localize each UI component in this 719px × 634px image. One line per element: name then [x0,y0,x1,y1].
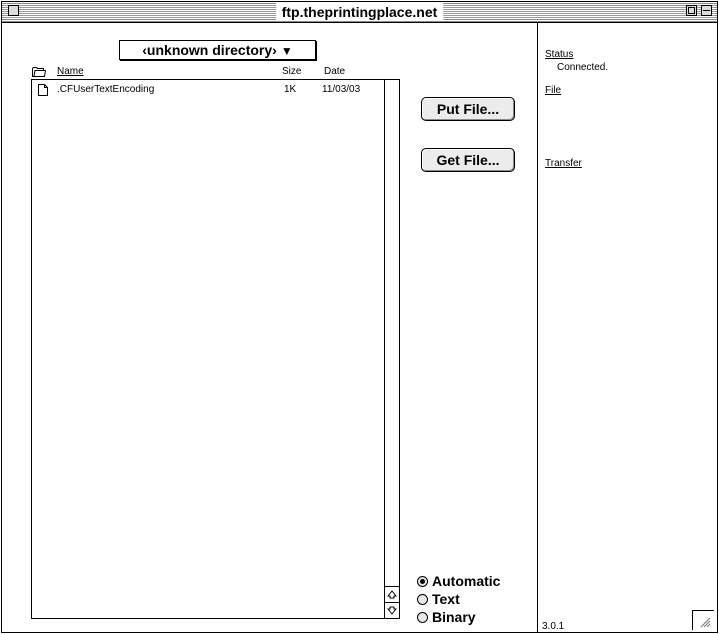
get-file-button[interactable]: Get File... [421,148,515,172]
window-title: ftp.theprintingplace.net [275,3,444,21]
transfer-label: Transfer [545,158,582,169]
status-value: Connected. [557,62,609,73]
radio-automatic[interactable]: Automatic [417,572,500,590]
column-header-size[interactable]: Size [282,66,301,78]
file-list[interactable]: .CFUserTextEncoding 1K 11/03/03 [31,79,400,619]
radio-unselected-icon [417,612,428,623]
radio-selected-icon [417,576,428,587]
collapse-box-icon[interactable] [701,5,712,16]
status-label: Status [545,49,574,60]
put-file-button[interactable]: Put File... [421,97,515,121]
close-box-icon[interactable] [8,5,19,16]
file-date: 11/03/03 [322,84,361,95]
version-label: 3.0.1 [542,621,565,632]
scroll-down-arrow-icon [387,606,397,615]
radio-text-label: Text [432,591,460,607]
panel-divider [537,23,538,633]
resize-grip-icon[interactable] [692,610,714,630]
column-headers: Name Size Date [32,66,387,78]
radio-unselected-icon [417,594,428,605]
directory-popup-label: ‹unknown directory› [142,42,277,58]
directory-popup[interactable]: ‹unknown directory› ▼ [119,40,316,60]
radio-binary[interactable]: Binary [417,608,476,626]
document-icon [38,84,48,96]
file-size: 1K [284,84,297,95]
column-header-name[interactable]: Name [57,66,84,78]
file-label: File [545,85,562,96]
title-bar[interactable]: ftp.theprintingplace.net [2,2,717,23]
list-item[interactable]: .CFUserTextEncoding 1K 11/03/03 [32,83,384,97]
zoom-box-icon[interactable] [686,5,697,16]
resize-lines-icon [700,617,711,628]
radio-automatic-label: Automatic [432,573,501,589]
vertical-scrollbar[interactable] [384,80,399,618]
folder-icon [32,67,46,77]
scroll-up-arrow-icon [387,590,397,599]
radio-text[interactable]: Text [417,590,460,608]
ftp-window: ftp.theprintingplace.net ‹unknown direct… [1,1,718,633]
radio-binary-label: Binary [432,609,476,625]
scroll-up-button[interactable] [385,586,399,602]
popup-arrow-icon: ▼ [280,44,293,58]
scroll-down-button[interactable] [385,602,399,618]
column-header-date[interactable]: Date [324,66,345,78]
file-name: .CFUserTextEncoding [57,84,155,95]
